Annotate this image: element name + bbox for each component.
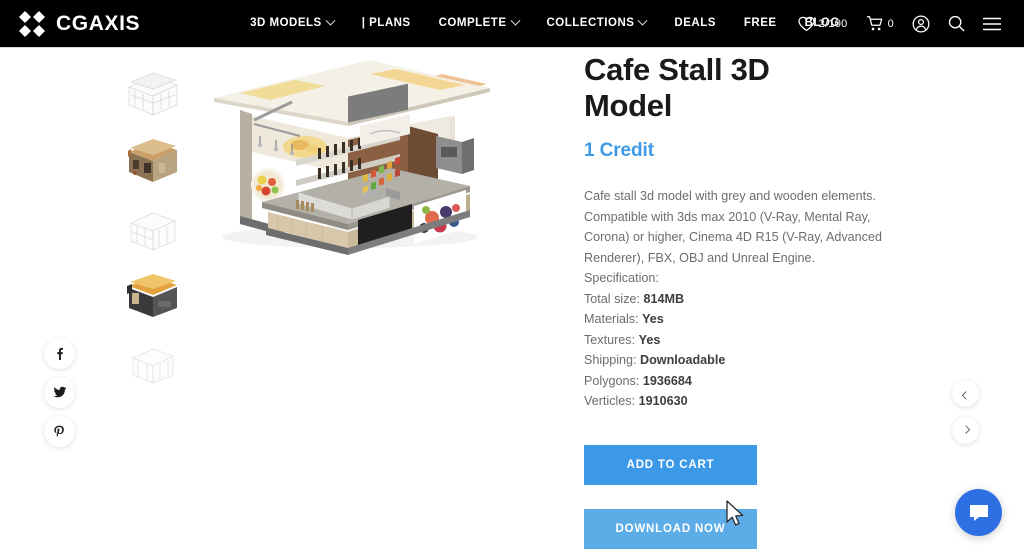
- spec-label: Polygons:: [584, 373, 640, 388]
- facebook-icon: [53, 347, 66, 360]
- nav-item-deals[interactable]: DEALS: [660, 0, 729, 47]
- product-main-image[interactable]: [200, 52, 500, 262]
- main-navigation: 3D MODELS | PLANS COMPLETE COLLECTIONS D…: [236, 0, 854, 47]
- nav-item-free[interactable]: FREE: [730, 0, 791, 47]
- gallery-thumbnail-2[interactable]: [120, 127, 186, 194]
- cart-icon: [866, 15, 884, 32]
- nav-label: FREE: [743, 17, 777, 29]
- chevron-left-icon: [961, 390, 970, 400]
- spec-value: 1910630: [638, 394, 688, 408]
- product-info-panel: Cafe Stall 3D Model 1 Credit Cafe stall …: [584, 52, 914, 549]
- download-now-button[interactable]: DOWNLOAD NOW: [584, 508, 757, 549]
- specification-list: Specification: Total size: 814MB Materia…: [584, 268, 914, 412]
- nav-item-plans[interactable]: | PLANS: [348, 0, 425, 47]
- gallery-thumbnail-3[interactable]: [120, 194, 186, 261]
- share-facebook-button[interactable]: [44, 338, 75, 369]
- nav-item-complete[interactable]: COMPLETE: [425, 0, 533, 47]
- chevron-down-icon: [637, 15, 648, 26]
- next-product-button[interactable]: [952, 417, 979, 444]
- heart-icon: [797, 16, 815, 32]
- chevron-down-icon: [510, 15, 520, 26]
- spec-label: Total size:: [584, 291, 640, 306]
- spec-label: Shipping:: [584, 353, 637, 367]
- user-account-icon: [912, 15, 930, 33]
- cart-count: 0: [887, 17, 894, 30]
- cart-button[interactable]: 0: [857, 0, 903, 47]
- twitter-icon: [53, 386, 67, 399]
- spec-value: 1936684: [642, 373, 692, 388]
- spec-heading: Specification:: [584, 271, 659, 285]
- wishlist-count: 2/100: [818, 17, 848, 30]
- spec-row-shipping: Shipping: Downloadable: [584, 350, 914, 371]
- nav-label: DEALS: [674, 17, 716, 29]
- spec-row-polygons: Polygons: 1936684: [584, 371, 914, 392]
- account-button[interactable]: [903, 0, 939, 47]
- logo-text: CGAXIS: [56, 11, 141, 35]
- nav-label: COMPLETE: [438, 17, 507, 29]
- site-logo[interactable]: CGAXIS: [17, 9, 140, 39]
- header-divider: [0, 47, 1024, 48]
- chevron-right-icon: [961, 424, 970, 434]
- pinterest-icon: [53, 425, 66, 438]
- gallery-thumbnail-4[interactable]: [120, 261, 186, 328]
- chevron-down-icon: [325, 15, 336, 26]
- nav-item-collections[interactable]: COLLECTIONS: [533, 0, 661, 47]
- previous-product-button[interactable]: [952, 380, 979, 407]
- nav-label: 3D MODELS: [250, 17, 322, 29]
- spec-row-verticles: Verticles: 1910630: [584, 391, 914, 412]
- search-button[interactable]: [939, 0, 974, 47]
- header-actions: 2/100 0: [789, 0, 1010, 47]
- nav-label: COLLECTIONS: [546, 17, 635, 29]
- product-description: Cafe stall 3d model with grey and wooden…: [584, 189, 882, 265]
- spec-value: Downloadable: [640, 353, 726, 367]
- spec-row-textures: Textures: Yes: [584, 330, 914, 351]
- product-price: 1 Credit: [584, 140, 654, 161]
- gallery-thumbnail-5[interactable]: [120, 328, 186, 395]
- social-share-rail: [44, 338, 75, 447]
- share-pinterest-button[interactable]: [44, 416, 75, 447]
- cgaxis-diamond-icon: [17, 9, 47, 39]
- add-to-cart-button[interactable]: ADD TO CART: [584, 444, 757, 485]
- spec-value: Yes: [642, 312, 664, 326]
- spec-row-materials: Materials: Yes: [584, 309, 914, 330]
- spec-row-total-size: Total size: 814MB: [584, 289, 914, 310]
- gallery-thumbnail-list: [120, 60, 186, 395]
- menu-button[interactable]: [974, 0, 1010, 47]
- chat-widget-button[interactable]: [955, 489, 1002, 536]
- spec-value: Yes: [638, 332, 661, 347]
- share-twitter-button[interactable]: [44, 377, 75, 408]
- gallery-thumbnail-1[interactable]: [120, 60, 186, 127]
- wishlist-button[interactable]: 2/100: [789, 0, 857, 47]
- nav-label: | PLANS: [361, 17, 411, 29]
- page-title: Cafe Stall 3D Model: [584, 52, 770, 123]
- chat-bubble-icon: [967, 502, 991, 524]
- spec-label: Verticles:: [584, 394, 636, 408]
- site-header: CGAXIS 3D MODELS | PLANS COMPLETE COLLEC…: [0, 0, 1024, 47]
- spec-label: Materials:: [584, 312, 639, 326]
- spec-value: 814MB: [643, 291, 685, 306]
- product-slider-nav: [952, 380, 979, 444]
- nav-item-3d-models[interactable]: 3D MODELS: [236, 0, 348, 47]
- product-page: CGAXIS 3D MODELS | PLANS COMPLETE COLLEC…: [0, 0, 1024, 552]
- hamburger-menu-icon: [983, 17, 1001, 31]
- search-icon: [948, 15, 965, 32]
- spec-label: Textures:: [584, 332, 636, 347]
